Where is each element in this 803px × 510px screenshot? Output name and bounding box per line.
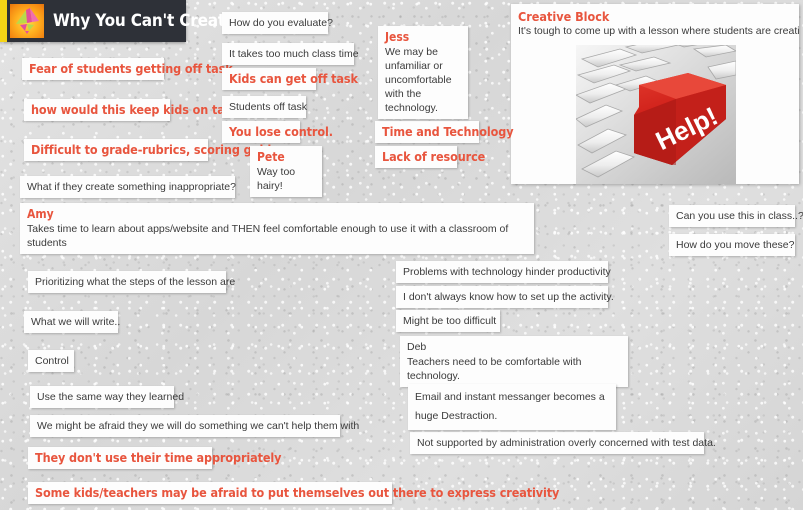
sticky-note[interactable]: Can you use this in class..? xyxy=(669,205,803,227)
sticky-note[interactable]: Kids can get off task xyxy=(222,68,358,90)
sticky-note[interactable]: how would this keep kids on task xyxy=(24,99,239,121)
note-body: Takes time to learn about apps/website a… xyxy=(27,223,509,249)
app-header: Why You Can't Create xyxy=(0,0,235,42)
sticky-note[interactable]: You lose control. xyxy=(222,121,333,143)
image-card-description: It's tough to come up with a lesson wher… xyxy=(518,25,799,37)
image-card[interactable]: Creative Block It's tough to come up wit… xyxy=(511,4,799,184)
image-card-title: Creative Block xyxy=(518,9,610,24)
sticky-note[interactable]: Time and Technology xyxy=(375,121,514,143)
sticky-note[interactable]: Not supported by administration overly c… xyxy=(410,432,716,454)
note-body: We may be unfamiliar or uncomfortable wi… xyxy=(385,46,452,114)
note-body: Way too hairy! xyxy=(257,166,296,192)
header-accent-stripe xyxy=(0,0,7,42)
authored-sticky-note[interactable]: Amy Takes time to learn about apps/websit… xyxy=(20,203,534,254)
origami-crane-icon xyxy=(10,4,44,38)
sticky-note[interactable]: Difficult to grade-rubrics, scoring guid… xyxy=(24,139,285,161)
sticky-note[interactable]: What we will write.. xyxy=(24,311,120,333)
note-author: Pete xyxy=(257,150,285,164)
sticky-note[interactable]: Fear of students getting off task xyxy=(22,58,233,80)
authored-sticky-note[interactable]: Jess We may be unfamiliar or uncomfortabl… xyxy=(378,26,468,119)
sticky-note[interactable]: Use the same way they learned xyxy=(30,386,184,408)
sticky-note[interactable]: Prioritizing what the steps of the lesso… xyxy=(28,271,235,293)
page-title: Why You Can't Create xyxy=(53,11,236,31)
keyboard-help-key-photo: Help! xyxy=(576,45,736,184)
sticky-note[interactable]: It takes too much class time xyxy=(222,43,359,65)
sticky-note[interactable]: Lack of resource xyxy=(375,146,485,168)
sticky-note[interactable]: Control xyxy=(28,350,74,372)
sticky-note[interactable]: Problems with technology hinder producti… xyxy=(396,261,611,283)
sticky-note[interactable]: Might be too difficult xyxy=(396,310,500,332)
sticky-note[interactable]: We might be afraid they we will do somet… xyxy=(30,415,359,437)
note-author: Amy xyxy=(27,207,54,221)
sticky-note[interactable]: What if they create something inappropri… xyxy=(20,176,236,198)
sticky-note[interactable]: Some kids/teachers may be afraid to put … xyxy=(28,482,559,504)
sticky-note[interactable]: They don't use their time appropriately xyxy=(28,447,282,469)
sticky-note[interactable]: I don't always know how to set up the ac… xyxy=(396,286,614,308)
sticky-note[interactable]: Students off task xyxy=(222,96,307,118)
note-body: Email and instant messanger becomes a hu… xyxy=(415,391,605,422)
note-author: Jess xyxy=(385,30,410,44)
note-author: Deb xyxy=(407,341,427,353)
sticky-note[interactable]: How do you move these? xyxy=(669,234,795,256)
authored-sticky-note[interactable]: Deb Teachers need to be comfortable with … xyxy=(400,336,628,387)
note-body: Teachers need to be comfortable with tec… xyxy=(407,356,582,382)
sticky-note[interactable]: How do you evaluate? xyxy=(222,12,333,34)
authored-sticky-note[interactable]: Email and instant messanger becomes a hu… xyxy=(408,384,616,430)
authored-sticky-note[interactable]: Pete Way too hairy! xyxy=(250,146,322,197)
